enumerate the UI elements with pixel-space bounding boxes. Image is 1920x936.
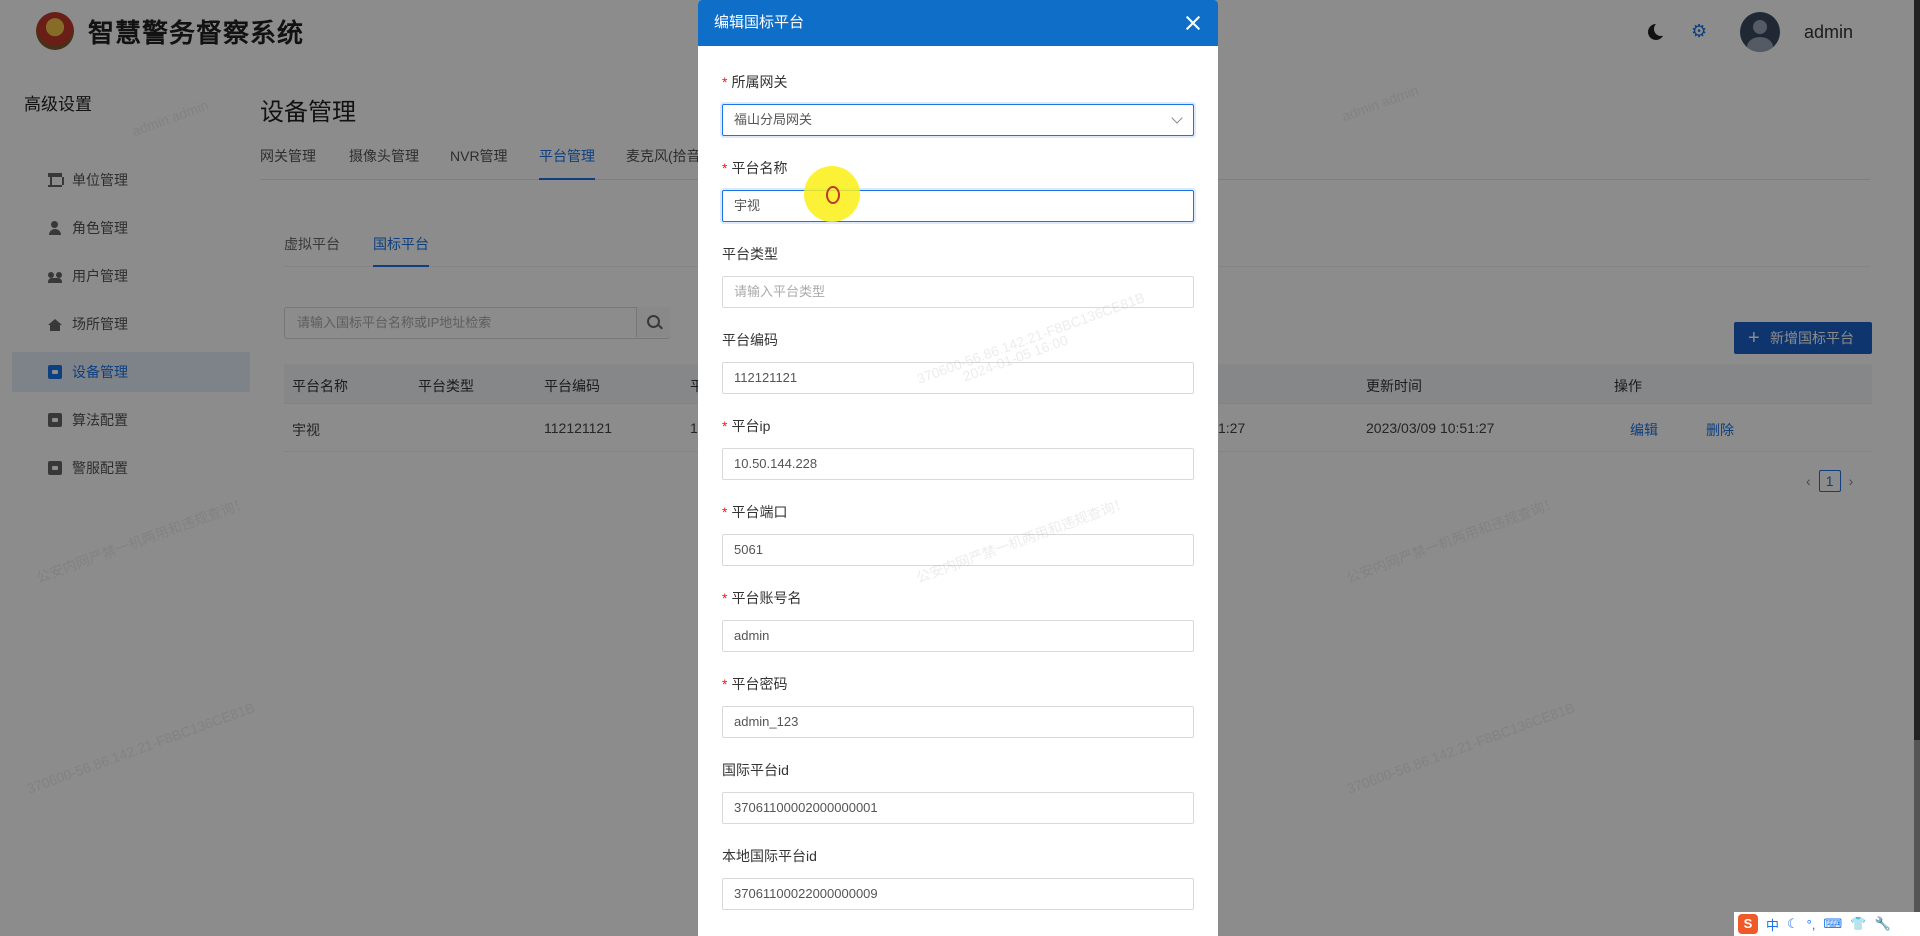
- platform-type-input[interactable]: 请输入平台类型: [722, 276, 1194, 308]
- required-mark: *: [722, 590, 728, 606]
- field-platform-password: * 平台密码 admin_123: [722, 674, 1194, 738]
- page-scrollbar[interactable]: [1914, 0, 1920, 936]
- field-platform-type: 平台类型 请输入平台类型: [722, 244, 1194, 308]
- edit-gb-platform-dialog: 编辑国标平台 * 所属网关 福山分局网关 * 平台名称 宇视 平台类型 请输入平台类…: [698, 0, 1218, 936]
- field-platform-code: 平台编码 112121121: [722, 330, 1194, 394]
- required-mark: *: [722, 418, 728, 434]
- field-label: * 平台账号名: [722, 590, 802, 606]
- shirt-icon[interactable]: 👕: [1850, 916, 1866, 932]
- field-label: * 平台ip: [722, 418, 771, 434]
- punctuation-icon[interactable]: °,: [1807, 917, 1816, 932]
- keyboard-icon[interactable]: ⌨: [1823, 916, 1842, 932]
- chevron-down-icon: [1171, 112, 1183, 124]
- field-intl-platform-id: 国际平台id 37061100002000000001: [722, 760, 1194, 824]
- required-mark: *: [722, 74, 728, 90]
- dialog-header: 编辑国标平台: [698, 0, 1218, 46]
- field-label: 平台类型: [722, 246, 778, 262]
- field-local-intl-platform-id: 本地国际平台id 37061100022000000009: [722, 846, 1194, 910]
- field-label: * 平台端口: [722, 504, 788, 520]
- sogou-ime-icon[interactable]: S: [1738, 914, 1758, 934]
- scrollbar-thumb[interactable]: [1914, 0, 1920, 740]
- field-platform-port: * 平台端口 5061: [722, 502, 1194, 566]
- field-platform-ip: * 平台ip 10.50.144.228: [722, 416, 1194, 480]
- field-label: * 所属网关: [722, 74, 788, 90]
- field-label: 本地国际平台id: [722, 848, 817, 864]
- platform-password-input[interactable]: admin_123: [722, 706, 1194, 738]
- dialog-title: 编辑国标平台: [714, 14, 805, 31]
- close-icon[interactable]: [1184, 14, 1202, 32]
- field-label: * 平台名称: [722, 160, 788, 176]
- field-label: 国际平台id: [722, 762, 789, 778]
- required-mark: *: [722, 504, 728, 520]
- field-platform-name: * 平台名称 宇视: [722, 158, 1194, 222]
- platform-port-input[interactable]: 5061: [722, 534, 1194, 566]
- platform-ip-input[interactable]: 10.50.144.228: [722, 448, 1194, 480]
- moon-icon[interactable]: ☾: [1787, 916, 1799, 932]
- platform-account-input[interactable]: admin: [722, 620, 1194, 652]
- field-platform-account: * 平台账号名 admin: [722, 588, 1194, 652]
- required-mark: *: [722, 676, 728, 692]
- field-label: * 平台密码: [722, 676, 788, 692]
- field-label: 平台编码: [722, 332, 778, 348]
- mouse-cursor-highlight: [804, 166, 860, 222]
- required-mark: *: [722, 160, 728, 176]
- platform-name-input[interactable]: 宇视: [722, 190, 1194, 222]
- intl-platform-id-input[interactable]: 37061100002000000001: [722, 792, 1194, 824]
- gateway-select[interactable]: 福山分局网关: [722, 104, 1194, 136]
- local-intl-platform-id-input[interactable]: 37061100022000000009: [722, 878, 1194, 910]
- wrench-icon[interactable]: 🔧: [1874, 916, 1890, 932]
- ime-tray: S 中 ☾ °, ⌨ 👕 🔧: [1734, 912, 1920, 936]
- platform-code-input[interactable]: 112121121: [722, 362, 1194, 394]
- field-gateway: * 所属网关 福山分局网关: [722, 72, 1194, 136]
- ime-mode[interactable]: 中: [1766, 915, 1779, 934]
